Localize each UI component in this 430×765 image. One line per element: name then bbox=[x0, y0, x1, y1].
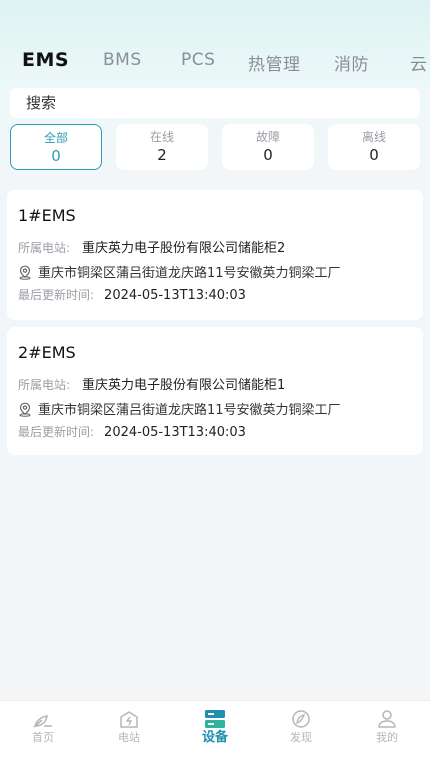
address-row: 重庆市铜梁区蒲吕街道龙庆路11号安徽英力铜梁工厂 bbox=[18, 399, 341, 421]
location-pin-icon bbox=[18, 265, 32, 284]
filter-offline-count: 0 bbox=[369, 146, 379, 164]
filter-online[interactable]: 在线 2 bbox=[116, 124, 208, 170]
station-name: 重庆英力电子股份有限公司储能柜1 bbox=[82, 378, 286, 393]
device-name: 2#EMS bbox=[18, 343, 76, 362]
tab-bms[interactable]: BMS bbox=[103, 50, 142, 70]
tab-ems[interactable]: EMS bbox=[22, 49, 69, 71]
filter-fault-label: 故障 bbox=[255, 130, 280, 144]
nav-station-label: 电站 bbox=[118, 731, 140, 744]
station-name: 重庆英力电子股份有限公司储能柜2 bbox=[82, 241, 286, 256]
nav-device-label: 设备 bbox=[201, 730, 228, 745]
update-time-row: 最后更新时间: 2024-05-13T13:40:03 bbox=[18, 286, 246, 303]
location-pin-icon bbox=[18, 402, 32, 421]
address-text: 重庆市铜梁区蒲吕街道龙庆路11号安徽英力铜梁工厂 bbox=[38, 403, 341, 418]
nav-discover-label: 发现 bbox=[290, 731, 312, 744]
update-time-label: 最后更新时间: bbox=[18, 425, 95, 439]
status-filters: 全部 0 在线 2 故障 0 离线 0 bbox=[10, 124, 420, 170]
nav-device[interactable]: 设备 bbox=[172, 701, 258, 765]
filter-fault[interactable]: 故障 0 bbox=[222, 124, 314, 170]
nav-station[interactable]: 电站 bbox=[86, 701, 172, 765]
filter-offline-label: 离线 bbox=[361, 130, 386, 144]
device-card[interactable]: 1#EMS 所属电站: 重庆英力电子股份有限公司储能柜2 重庆市铜梁区蒲吕街道龙庆… bbox=[7, 190, 423, 320]
filter-all[interactable]: 全部 0 bbox=[10, 124, 102, 170]
filter-all-count: 0 bbox=[51, 147, 61, 165]
update-time-row: 最后更新时间: 2024-05-13T13:40:03 bbox=[18, 423, 246, 440]
nav-profile[interactable]: 我的 bbox=[344, 701, 430, 765]
nav-home-label: 首页 bbox=[32, 731, 54, 744]
tab-pcs[interactable]: PCS bbox=[181, 50, 215, 70]
profile-icon bbox=[376, 709, 398, 729]
home-leaf-icon bbox=[32, 709, 54, 729]
device-name: 1#EMS bbox=[18, 206, 76, 225]
tab-fire[interactable]: 消防 bbox=[334, 50, 369, 75]
address-row: 重庆市铜梁区蒲吕街道龙庆路11号安徽英力铜梁工厂 bbox=[18, 262, 341, 284]
nav-profile-label: 我的 bbox=[376, 731, 398, 744]
station-row: 所属电站: 重庆英力电子股份有限公司储能柜1 bbox=[18, 374, 285, 393]
update-time-value: 2024-05-13T13:40:03 bbox=[104, 425, 246, 440]
filter-online-label: 在线 bbox=[149, 130, 174, 144]
discover-icon bbox=[290, 709, 312, 729]
nav-home[interactable]: 首页 bbox=[0, 701, 86, 765]
device-card[interactable]: 2#EMS 所属电站: 重庆英力电子股份有限公司储能柜1 重庆市铜梁区蒲吕街道龙庆… bbox=[7, 327, 423, 455]
tab-thermal[interactable]: 热管理 bbox=[248, 50, 301, 75]
tab-cloud[interactable]: 云 bbox=[410, 50, 428, 75]
filter-offline[interactable]: 离线 0 bbox=[328, 124, 420, 170]
update-time-value: 2024-05-13T13:40:03 bbox=[104, 288, 246, 303]
search-input[interactable]: 搜索 bbox=[10, 88, 420, 118]
station-icon bbox=[118, 709, 140, 729]
filter-fault-count: 0 bbox=[263, 146, 273, 164]
station-label: 所属电站: bbox=[18, 241, 71, 255]
device-type-tabs: EMS BMS PCS 热管理 消防 云 bbox=[0, 46, 430, 80]
filter-online-count: 2 bbox=[157, 146, 167, 164]
nav-discover[interactable]: 发现 bbox=[258, 701, 344, 765]
address-text: 重庆市铜梁区蒲吕街道龙庆路11号安徽英力铜梁工厂 bbox=[38, 266, 341, 281]
search-placeholder: 搜索 bbox=[26, 94, 57, 112]
station-row: 所属电站: 重庆英力电子股份有限公司储能柜2 bbox=[18, 237, 285, 256]
station-label: 所属电站: bbox=[18, 378, 71, 392]
device-icon bbox=[204, 709, 226, 729]
filter-all-label: 全部 bbox=[43, 131, 68, 145]
bottom-nav: 首页 电站 设备 发现 我的 bbox=[0, 700, 430, 765]
update-time-label: 最后更新时间: bbox=[18, 288, 95, 302]
